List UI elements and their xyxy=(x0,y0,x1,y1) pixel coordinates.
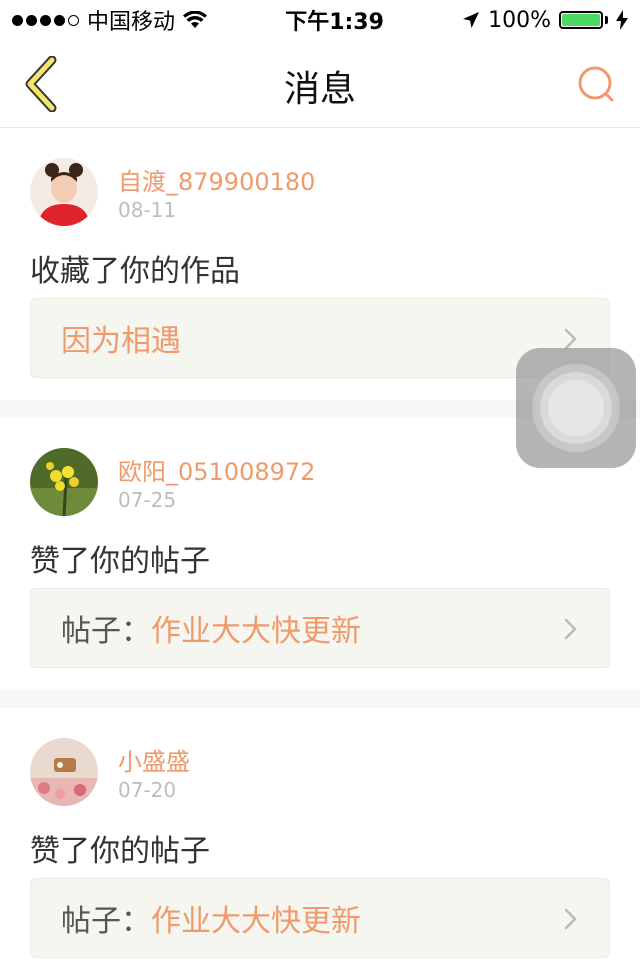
avatar-girl-icon xyxy=(30,158,98,226)
message-action: 收藏了你的作品 xyxy=(30,254,240,289)
avatar-flower-icon xyxy=(30,448,98,516)
avatar-pink-flowers-icon xyxy=(30,738,98,806)
reference-link[interactable]: 帖子： 作业大大快更新 xyxy=(30,588,610,668)
status-bar: 中国移动 下午1:39 100% xyxy=(0,0,640,40)
message-action: 赞了你的帖子 xyxy=(30,544,210,579)
reference-title: 作业大大快更新 xyxy=(151,904,361,939)
avatar[interactable] xyxy=(30,448,98,516)
battery-icon xyxy=(559,11,608,29)
chevron-right-icon xyxy=(564,908,577,930)
status-time: 下午1:39 xyxy=(285,10,384,35)
page-title: 消息 xyxy=(283,69,356,110)
user-name[interactable]: 小盛盛 xyxy=(118,742,190,777)
reference-title: 因为相遇 xyxy=(61,324,181,359)
message-action: 赞了你的帖子 xyxy=(30,834,210,869)
assistive-touch-ring-inner xyxy=(540,372,612,444)
message-item: 小盛盛 07-20 赞了你的帖子 帖子： 作业大大快更新 xyxy=(0,708,640,980)
reference-title: 作业大大快更新 xyxy=(151,614,361,649)
chevron-right-icon xyxy=(564,618,577,640)
search-icon xyxy=(578,66,614,102)
status-left: 中国移动 xyxy=(12,4,208,36)
status-right: 100% xyxy=(462,8,628,33)
message-date: 08-11 xyxy=(118,198,177,222)
wifi-icon xyxy=(183,11,208,28)
assistive-touch-button[interactable] xyxy=(516,348,636,468)
divider xyxy=(0,690,640,708)
reference-prefix: 帖子： xyxy=(61,904,151,939)
assistive-touch-ring xyxy=(532,364,620,452)
battery-percent: 100% xyxy=(488,7,551,33)
nav-bar: 消息 xyxy=(0,40,640,128)
avatar[interactable] xyxy=(30,158,98,226)
user-name[interactable]: 欧阳_051008972 xyxy=(118,452,315,487)
message-date: 07-25 xyxy=(118,488,177,512)
assistive-touch-core xyxy=(548,380,604,436)
avatar[interactable] xyxy=(30,738,98,806)
message-list: 自渡_879900180 08-11 收藏了你的作品 因为相遇 欧阳_05100… xyxy=(0,128,640,980)
location-arrow-icon xyxy=(463,12,480,28)
search-button[interactable] xyxy=(572,60,620,108)
reference-prefix: 帖子： xyxy=(61,614,151,649)
user-name[interactable]: 自渡_879900180 xyxy=(118,162,315,197)
reference-link[interactable]: 帖子： 作业大大快更新 xyxy=(30,878,610,958)
charging-bolt-icon xyxy=(616,10,628,30)
signal-strength-icon xyxy=(12,14,79,26)
message-date: 07-20 xyxy=(118,778,177,802)
carrier-label: 中国移动 xyxy=(87,10,176,35)
